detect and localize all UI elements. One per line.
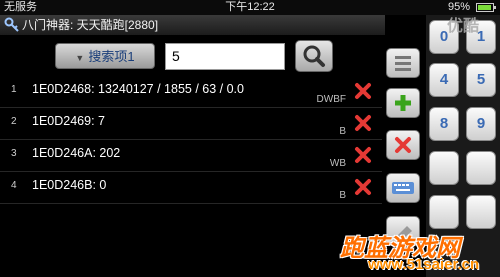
row-index: 4 bbox=[11, 180, 17, 191]
add-icon bbox=[395, 95, 411, 111]
battery-icon bbox=[476, 3, 496, 12]
keyboard-button[interactable] bbox=[386, 173, 420, 203]
clear-icon bbox=[396, 226, 412, 239]
keyboard-icon bbox=[392, 182, 414, 194]
row-type: B bbox=[339, 126, 346, 137]
row-address-value: 1E0D2469: 7 bbox=[32, 114, 105, 128]
row-index: 2 bbox=[11, 116, 17, 127]
delete-icon[interactable] bbox=[352, 176, 374, 198]
search-button[interactable] bbox=[295, 40, 333, 72]
status-bar: 无服务 下午12:22 95% bbox=[0, 0, 500, 15]
row-type: WB bbox=[329, 158, 346, 169]
remove-icon bbox=[395, 137, 411, 153]
row-index: 3 bbox=[11, 148, 17, 159]
clock-text: 下午12:22 bbox=[225, 1, 275, 13]
magnifier-icon bbox=[303, 45, 325, 67]
app-title-bar: 八门神器: 天天酷跑[2880] bbox=[0, 15, 385, 35]
row-index: 1 bbox=[11, 84, 17, 95]
list-icon bbox=[395, 56, 411, 71]
key-blank[interactable] bbox=[429, 151, 459, 185]
key-8[interactable]: 8 bbox=[429, 107, 459, 141]
search-value-input[interactable]: 5 bbox=[165, 43, 285, 70]
list-button[interactable] bbox=[386, 48, 420, 78]
row-address-value: 1E0D246B: 0 bbox=[32, 178, 107, 192]
row-address-value: 1E0D2468: 13240127 / 1855 / 63 / 0.0 bbox=[32, 82, 244, 96]
key-4[interactable]: 4 bbox=[429, 63, 459, 97]
search-item-label: 搜索项1 bbox=[88, 49, 135, 64]
delete-icon[interactable] bbox=[352, 80, 374, 102]
add-button[interactable] bbox=[386, 88, 420, 118]
delete-icon[interactable] bbox=[352, 144, 374, 166]
list-item[interactable]: 4 1E0D246B: 0 B bbox=[0, 172, 382, 204]
key-blank[interactable] bbox=[466, 151, 496, 185]
clear-button[interactable] bbox=[386, 216, 420, 246]
list-item[interactable]: 1 1E0D2468: 13240127 / 1855 / 63 / 0.0 D… bbox=[0, 76, 382, 108]
row-type: DWBF bbox=[316, 94, 346, 105]
row-type: B bbox=[339, 190, 346, 201]
remove-button[interactable] bbox=[386, 130, 420, 160]
search-item-dropdown[interactable]: ▼ 搜索项1 bbox=[55, 43, 155, 69]
delete-icon[interactable] bbox=[352, 112, 374, 134]
app-title: 八门神器: 天天酷跑[2880] bbox=[22, 18, 159, 32]
key-extra[interactable] bbox=[466, 195, 496, 229]
youku-watermark: 优酷 bbox=[447, 18, 480, 35]
list-item[interactable]: 3 1E0D246A: 202 WB bbox=[0, 140, 382, 172]
numeric-keypad: 0 1 4 5 8 9 bbox=[426, 15, 500, 277]
key-5[interactable]: 5 bbox=[466, 63, 496, 97]
key-9[interactable]: 9 bbox=[466, 107, 496, 141]
key-extra[interactable] bbox=[429, 195, 459, 229]
row-address-value: 1E0D246A: 202 bbox=[32, 146, 121, 160]
list-item[interactable]: 2 1E0D2469: 7 B bbox=[0, 108, 382, 140]
triangle-down-icon: ▼ bbox=[75, 53, 85, 63]
key-icon bbox=[4, 17, 19, 32]
results-list: 1 1E0D2468: 13240127 / 1855 / 63 / 0.0 D… bbox=[0, 76, 382, 204]
